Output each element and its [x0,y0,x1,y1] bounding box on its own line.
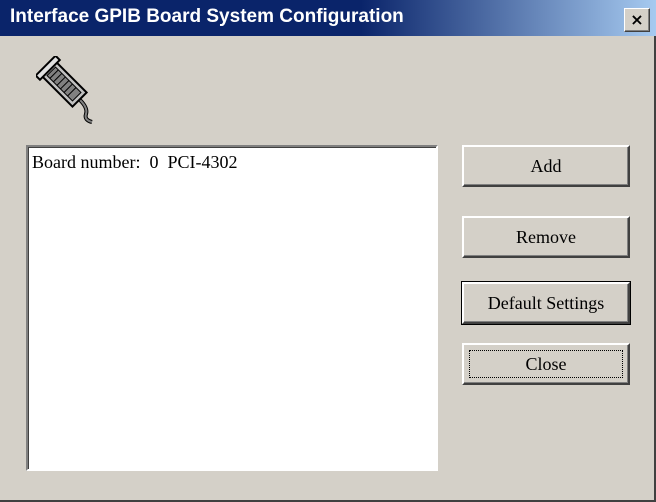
close-window-button[interactable]: × [624,8,650,32]
window-title: Interface GPIB Board System Configuratio… [10,6,404,27]
board-list[interactable]: Board number: 0 PCI-4302 [26,145,438,471]
gpib-cable-icon [36,56,93,124]
add-button[interactable]: Add [462,145,630,187]
list-item-board-0[interactable]: Board number: 0 PCI-4302 [32,151,432,173]
dialog-window: Interface GPIB Board System Configuratio… [0,0,656,502]
default-settings-button[interactable]: Default Settings [461,281,631,325]
title-bar[interactable]: Interface GPIB Board System Configuratio… [0,0,656,36]
close-button-label: Close [525,354,567,374]
remove-button[interactable]: Remove [462,216,630,258]
close-button[interactable]: Close [462,343,630,385]
